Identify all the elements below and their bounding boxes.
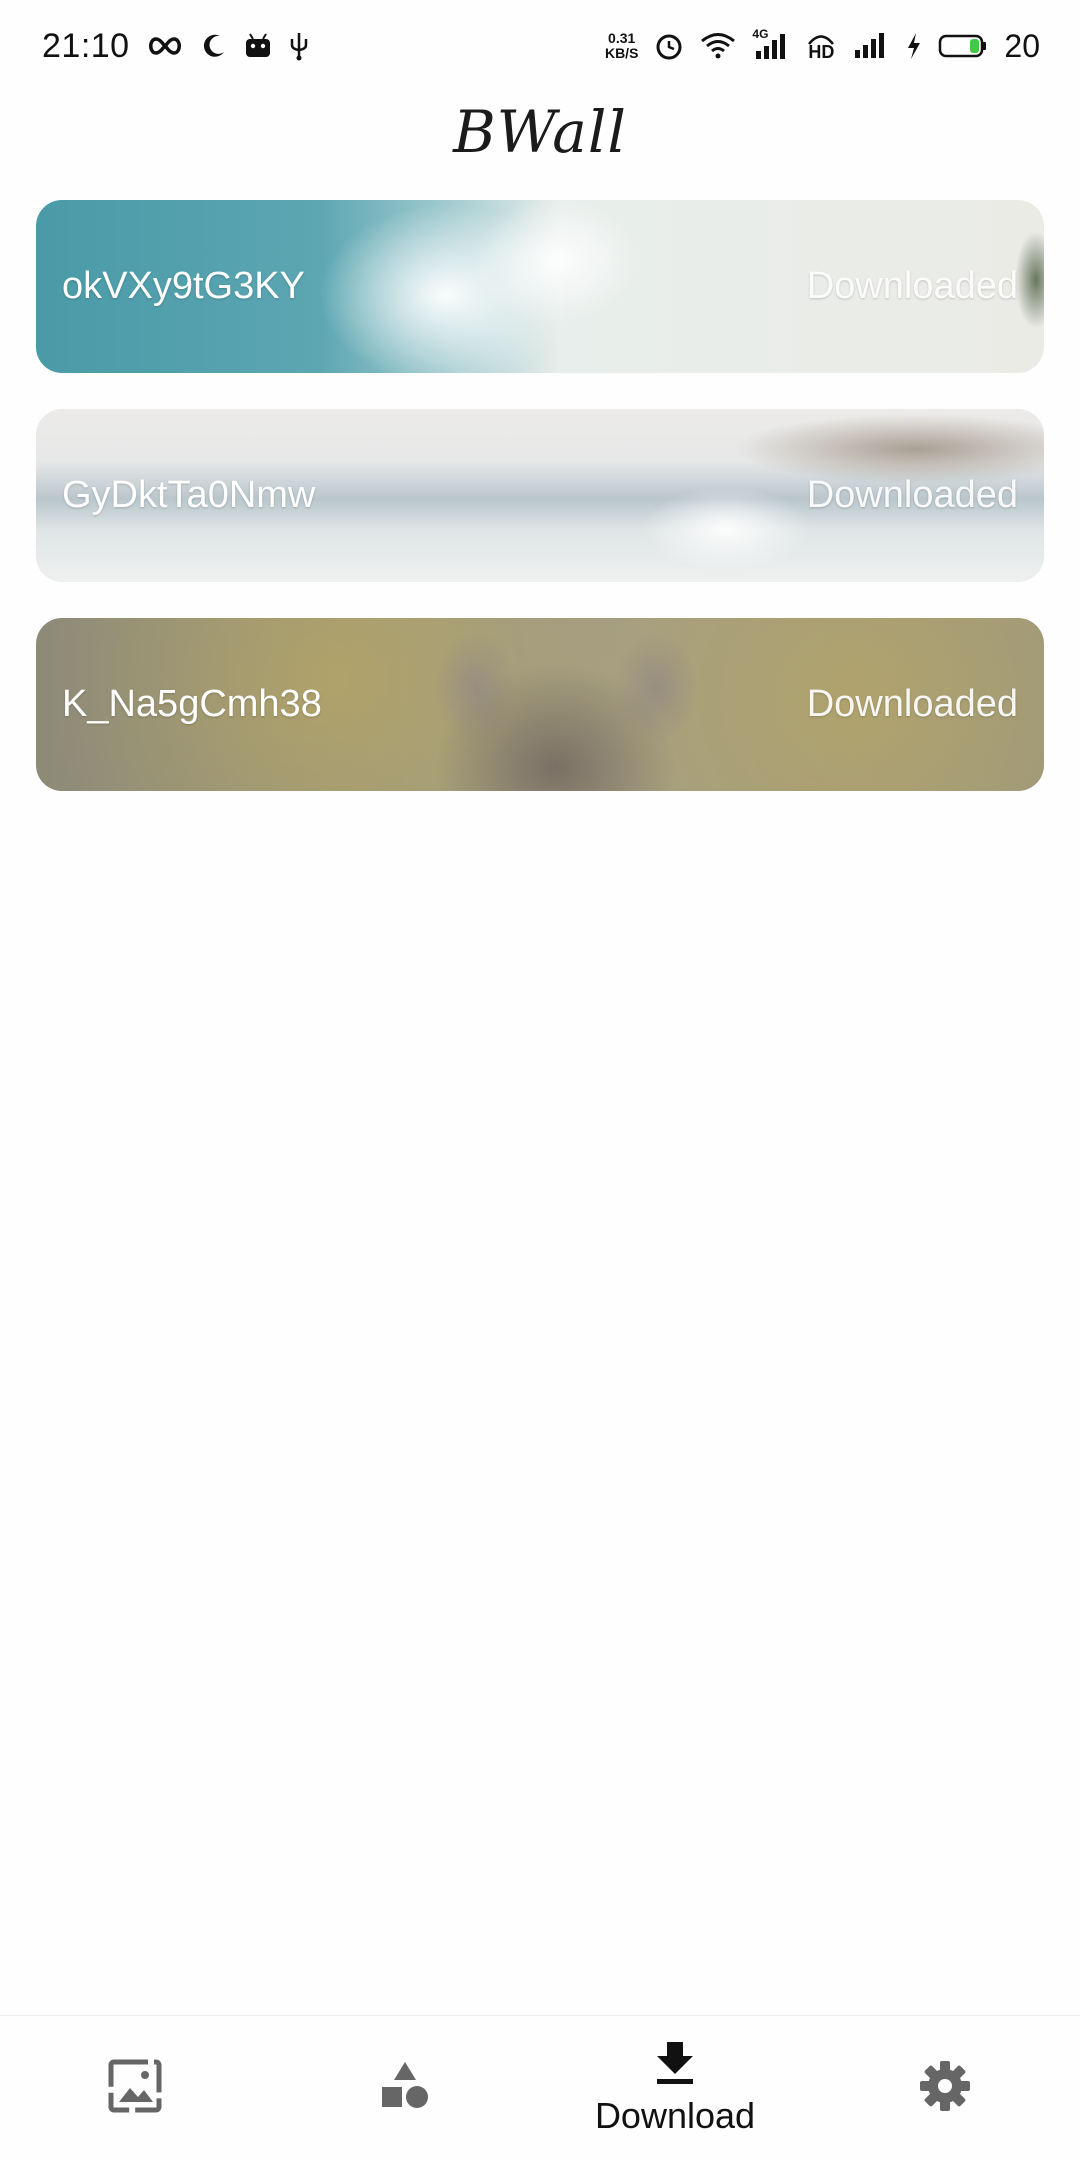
infinity-icon — [146, 35, 184, 57]
wallpaper-id: okVXy9tG3KY — [62, 265, 305, 307]
download-card[interactable]: GyDktTa0Nmw Downloaded — [36, 409, 1044, 582]
status-right: 0.31 KB/S 4G HD 20 — [605, 27, 1040, 65]
nav-label-download: Download — [594, 2094, 756, 2136]
moon-icon — [200, 32, 228, 60]
gear-icon — [917, 2058, 973, 2119]
wifi-icon — [700, 32, 736, 60]
download-card[interactable]: K_Na5gCmh38 Downloaded — [36, 618, 1044, 791]
alarm-icon — [654, 31, 684, 61]
hd-label: HD — [808, 42, 835, 62]
battery-percent: 20 — [1004, 27, 1040, 64]
download-list: okVXy9tG3KY Downloaded GyDktTa0Nmw Downl… — [36, 200, 1044, 827]
hd-icon: HD — [806, 33, 836, 62]
download-status: Downloaded — [806, 265, 1018, 307]
wallpaper-id: GyDktTa0Nmw — [62, 474, 316, 516]
nav-item-settings[interactable] — [810, 2016, 1080, 2160]
image-icon — [107, 2058, 163, 2119]
charging-icon — [906, 32, 922, 60]
nav-item-wallpapers[interactable] — [0, 2016, 270, 2160]
net-speed-unit: KB/S — [604, 45, 639, 61]
shapes-icon — [377, 2058, 433, 2119]
signal-icon — [852, 32, 890, 60]
nav-item-categories[interactable] — [270, 2016, 540, 2160]
download-card[interactable]: okVXy9tG3KY Downloaded — [36, 200, 1044, 373]
network-type-label: 4G — [752, 27, 769, 41]
status-left: 21:10 — [42, 27, 310, 66]
screen: 21:10 0.31 KB/S 4G HD 20 BWall okVXy9tG3… — [0, 0, 1080, 2160]
clock: 21:10 — [42, 26, 130, 65]
download-icon — [653, 2040, 697, 2091]
usb-icon — [288, 31, 310, 61]
download-status: Downloaded — [806, 683, 1018, 725]
signal-4g-icon: 4G — [752, 27, 790, 61]
net-speed: 0.31 KB/S — [605, 31, 638, 61]
wallpaper-id: K_Na5gCmh38 — [62, 683, 322, 725]
android-icon — [244, 33, 272, 59]
net-speed-value: 0.31 — [608, 30, 636, 46]
nav-item-download[interactable]: Download — [540, 2016, 810, 2160]
battery-icon — [938, 33, 988, 59]
download-status: Downloaded — [806, 474, 1018, 516]
status-bar: 21:10 0.31 KB/S 4G HD 20 — [0, 0, 1080, 92]
bottom-nav: Download — [0, 2015, 1080, 2160]
app-title: BWall — [453, 98, 627, 166]
